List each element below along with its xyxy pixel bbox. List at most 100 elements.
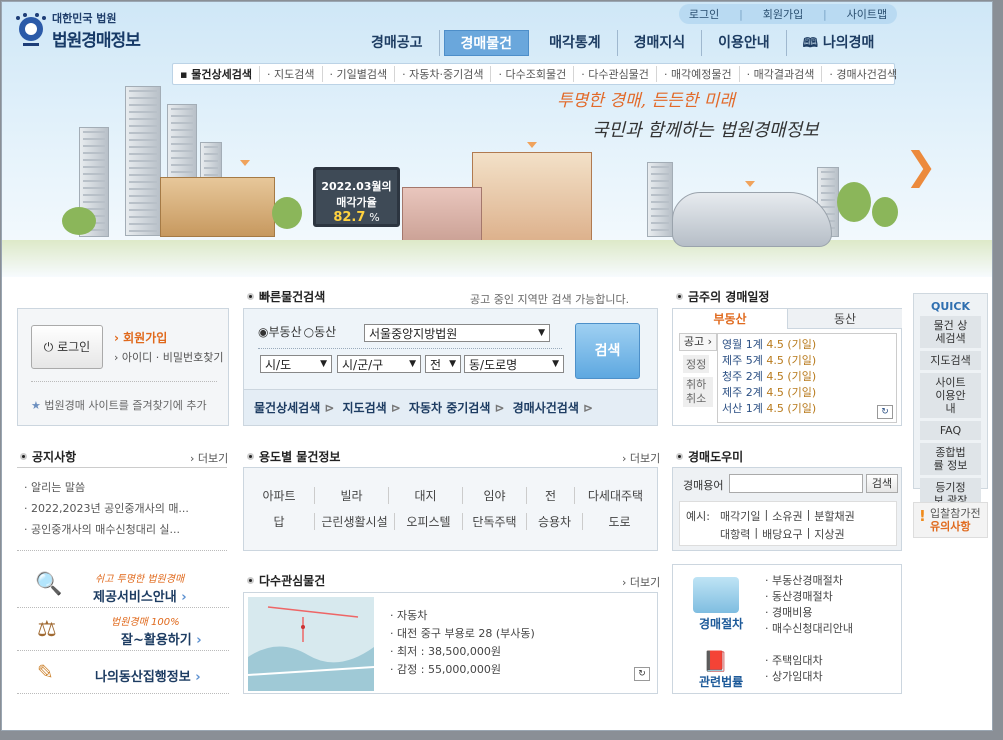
term-ownership[interactable]: 소유권: [772, 508, 802, 524]
law-label[interactable]: 관련법률: [699, 673, 743, 690]
snb-case-search[interactable]: · 경매사건검색: [822, 66, 904, 82]
dong-select[interactable]: 동/도로명 ▼: [464, 355, 564, 373]
quick-map-search[interactable]: 지도검색: [920, 351, 981, 370]
term-search-input[interactable]: [729, 474, 863, 493]
site-logo[interactable]: 대한민국 법원 법원경매정보: [12, 10, 141, 51]
interest-item-details[interactable]: · 자동차 · 대전 중구 부용로 28 (부사동) · 최저 : 38,500…: [390, 607, 535, 679]
schedule-box: 부동산 동산 공고 › 정정 취하 취소 영월 1계 4.5 (기일) 제주 5계…: [672, 308, 902, 426]
snb-map-search[interactable]: · 지도검색: [260, 66, 323, 82]
service-guide-banner[interactable]: 🔍 쉬고 투명한 법원경매 제공서비스안내 ›: [17, 568, 229, 608]
procedure-label[interactable]: 경매절차: [699, 615, 743, 632]
schedule-row[interactable]: 제주 5계 4.5 (기일): [722, 353, 892, 369]
usage-detached-house[interactable]: 단독주택: [462, 513, 526, 530]
quick-faq[interactable]: FAQ: [920, 421, 981, 440]
tree: [272, 197, 302, 229]
schedule-row[interactable]: 제주 2계 4.5 (기일): [722, 385, 892, 401]
usage-tips-banner[interactable]: ⚖ 법원경매 100% 잘~활용하기 ›: [17, 611, 229, 651]
term-dividend-request[interactable]: 배당요구: [762, 526, 802, 542]
tab-real-estate[interactable]: 부동산: [673, 309, 788, 329]
link-vehicle-search[interactable]: 자동차 중기검색 ⊳: [409, 399, 505, 416]
schedule-row[interactable]: 영월 1계 4.5 (기일): [722, 337, 892, 353]
tab-movables[interactable]: 동산: [788, 309, 902, 329]
usage-forest[interactable]: 임야: [462, 487, 526, 504]
notice-more-link[interactable]: › 더보기: [190, 450, 228, 466]
find-account-link[interactable]: › 아이디 · 비밀번호찾기: [114, 349, 223, 365]
nav-sale-statistics[interactable]: 매각통계: [533, 30, 618, 56]
interest-more-link[interactable]: › 더보기: [622, 574, 660, 590]
snb-detail-search[interactable]: ▪ 물건상세검색: [173, 66, 261, 82]
next-banner-arrow-icon[interactable]: ❯: [905, 144, 937, 188]
quick-legal-info[interactable]: 종합법률 정보: [920, 443, 981, 475]
procedure-link[interactable]: · 동산경매절차: [765, 589, 853, 605]
movables-execution-banner[interactable]: ✎ 나의동산집행정보 ›: [17, 654, 229, 694]
radio-movables[interactable]: ○: [304, 325, 314, 339]
usage-tips-title: 잘~활용하기 ›: [121, 633, 202, 648]
snb-sale-results[interactable]: · 매각결과검색: [740, 66, 823, 82]
schedule-type-correction[interactable]: 정정: [683, 355, 710, 373]
term-divided-claim[interactable]: 분할채권: [814, 508, 854, 524]
usage-villa[interactable]: 빌라: [314, 487, 388, 504]
notice-title: 공지사항: [20, 448, 76, 465]
nav-my-auction[interactable]: 🕮 나의경매: [787, 30, 891, 56]
schedule-type-notice[interactable]: 공고 ›: [679, 333, 717, 351]
term-sale-date[interactable]: 매각기일: [720, 508, 760, 524]
nav-usage-guide[interactable]: 이용안내: [702, 30, 787, 56]
refresh-icon[interactable]: ↻: [877, 405, 893, 419]
usage-field[interactable]: 전: [526, 487, 574, 504]
map-thumbnail[interactable]: [248, 597, 374, 691]
login-link[interactable]: 로그인: [689, 6, 719, 22]
sigungu-select[interactable]: 시/군/구 ▼: [337, 355, 421, 373]
law-link[interactable]: · 상가임대차: [765, 669, 823, 685]
snb-vehicle-search[interactable]: · 자동차·중기검색: [395, 66, 492, 82]
join-link[interactable]: › 회원가입: [114, 329, 167, 346]
ground: [2, 240, 992, 277]
court-select[interactable]: 서울중앙지방법원 ▼: [364, 324, 550, 342]
procedure-link[interactable]: · 부동산경매절차: [765, 573, 853, 589]
bid-precautions-link[interactable]: ! 입찰참가전 유의사항: [913, 502, 988, 538]
sido-select[interactable]: 시/도 ▼: [260, 355, 332, 373]
add-favorite-link[interactable]: ★ 법원경매 사이트를 즐겨찾기에 추가: [31, 397, 207, 413]
service-banners: 🔍 쉬고 투명한 법원경매 제공서비스안내 › ⚖ 법원경매 100% 잘~활용…: [17, 568, 229, 694]
link-detail-search[interactable]: 물건상세검색 ⊳: [254, 399, 335, 416]
schedule-type-withdraw[interactable]: 취하 취소: [683, 377, 713, 407]
procedure-link[interactable]: · 경매비용: [765, 605, 853, 621]
schedule-row[interactable]: 청주 2계 4.5 (기일): [722, 369, 892, 385]
usage-land[interactable]: 대지: [388, 487, 462, 504]
schedule-row[interactable]: 서산 1계 4.5 (기일): [722, 401, 892, 417]
nav-auction-notice[interactable]: 경매공고: [355, 30, 440, 56]
procedure-link[interactable]: · 매수신청대리안내: [765, 621, 853, 637]
usage-neighborhood[interactable]: 근린생활시설: [314, 513, 394, 530]
helper-example-label: 예시:: [686, 510, 710, 523]
radio-real-estate[interactable]: ◉: [258, 325, 268, 339]
term-opposing-power[interactable]: 대항력: [720, 526, 750, 542]
join-link[interactable]: 회원가입: [763, 6, 803, 22]
usage-apartment[interactable]: 아파트: [244, 487, 314, 504]
notice-item[interactable]: · 공인중개사의 매수신청대리 실...: [24, 519, 189, 540]
refresh-icon[interactable]: ↻: [634, 667, 650, 681]
snb-interest-items[interactable]: · 다수관심물건: [574, 66, 657, 82]
usage-multi-family[interactable]: 다세대주택: [574, 487, 656, 504]
notice-item[interactable]: · 알리는 말씀: [24, 477, 189, 498]
sitemap-link[interactable]: 사이트맵: [847, 6, 887, 22]
nav-auction-items[interactable]: 경매물건: [443, 30, 530, 56]
usage-select[interactable]: 전 ▼: [425, 355, 461, 373]
snb-popular-items[interactable]: · 다수조회물건: [491, 66, 575, 82]
link-map-search[interactable]: 지도검색 ⊳: [343, 399, 401, 416]
term-superficies[interactable]: 지상권: [814, 526, 844, 542]
link-case-search[interactable]: 경매사건검색 ⊳: [513, 399, 594, 416]
snb-date-search[interactable]: · 기일별검색: [323, 66, 396, 82]
usage-more-link[interactable]: › 더보기: [622, 450, 660, 466]
quick-search-button[interactable]: 검색: [575, 323, 640, 379]
login-button[interactable]: ⏻ 로그인: [31, 325, 103, 369]
usage-paddy[interactable]: 답: [244, 513, 314, 530]
usage-road[interactable]: 도로: [582, 513, 656, 530]
law-link[interactable]: · 주택임대차: [765, 653, 823, 669]
usage-officetel[interactable]: 오피스텔: [394, 513, 462, 530]
nav-auction-knowledge[interactable]: 경매지식: [618, 30, 703, 56]
snb-planned-sales[interactable]: · 매각예정물건: [657, 66, 740, 82]
usage-car[interactable]: 승용차: [526, 513, 582, 530]
quick-site-guide[interactable]: 사이트 이용안내: [920, 373, 981, 418]
term-search-button[interactable]: 검색: [866, 474, 898, 493]
quick-detail-search[interactable]: 물건 상세검색: [920, 316, 981, 348]
notice-item[interactable]: · 2022,2023년 공인중개사의 매...: [24, 498, 189, 519]
